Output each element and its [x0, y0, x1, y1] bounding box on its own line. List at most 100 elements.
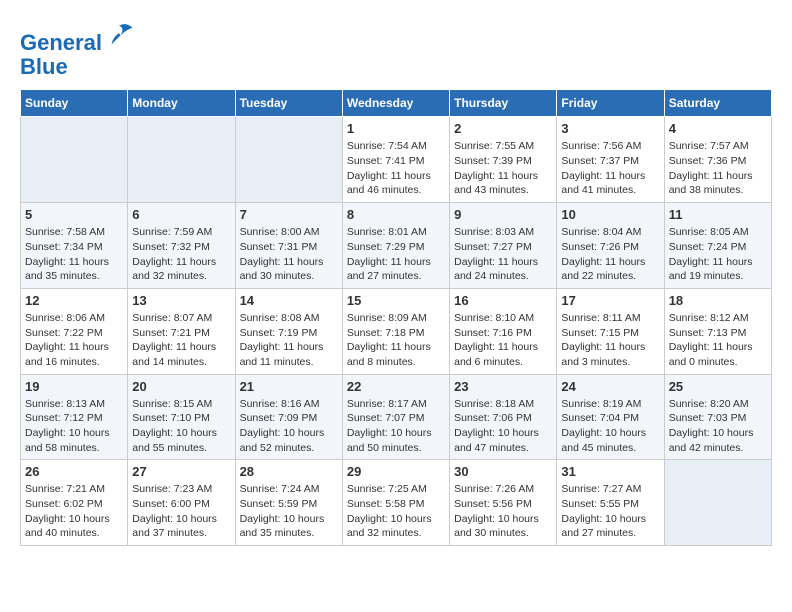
calendar-cell: 8Sunrise: 8:01 AM Sunset: 7:29 PM Daylig…	[342, 203, 449, 289]
day-info: Sunrise: 8:08 AM Sunset: 7:19 PM Dayligh…	[240, 311, 338, 370]
day-number: 8	[347, 207, 445, 222]
day-number: 23	[454, 379, 552, 394]
calendar-cell: 18 Sunrise: 8:12 AM Sunset: 7:13 PM Dayli…	[664, 288, 771, 374]
day-info: Sunrise: 7:25 AM Sunset: 5:58 PM Dayligh…	[347, 482, 445, 541]
calendar-table: SundayMondayTuesdayWednesdayThursdayFrid…	[20, 89, 772, 546]
calendar-cell: 27 Sunrise: 7:23 AM Sunset: 6:00 PM Dayli…	[128, 460, 235, 546]
day-info: Sunrise: 7:55 AM Sunset: 7:39 PM Dayligh…	[454, 139, 552, 198]
day-number: 4	[669, 121, 767, 136]
calendar-cell: 5Sunrise: 7:58 AM Sunset: 7:34 PM Daylig…	[21, 203, 128, 289]
day-number: 20	[132, 379, 230, 394]
calendar-week-row: 26Sunrise: 7:21 AM Sunset: 6:02 PM Dayli…	[21, 460, 772, 546]
calendar-header-row: SundayMondayTuesdayWednesdayThursdayFrid…	[21, 90, 772, 117]
day-info: Sunrise: 8:12 AM Sunset: 7:13 PM Dayligh…	[669, 311, 767, 370]
day-info: Sunrise: 7:57 AM Sunset: 7:36 PM Dayligh…	[669, 139, 767, 198]
day-number: 6	[132, 207, 230, 222]
day-number: 7	[240, 207, 338, 222]
weekday-header: Saturday	[664, 90, 771, 117]
day-info: Sunrise: 8:09 AM Sunset: 7:18 PM Dayligh…	[347, 311, 445, 370]
day-info: Sunrise: 8:18 AM Sunset: 7:06 PM Dayligh…	[454, 397, 552, 456]
day-number: 24	[561, 379, 659, 394]
calendar-cell: 20 Sunrise: 8:15 AM Sunset: 7:10 PM Dayli…	[128, 374, 235, 460]
calendar-cell: 22Sunrise: 8:17 AM Sunset: 7:07 PM Dayli…	[342, 374, 449, 460]
calendar-cell: 26Sunrise: 7:21 AM Sunset: 6:02 PM Dayli…	[21, 460, 128, 546]
calendar-cell: 19 Sunrise: 8:13 AM Sunset: 7:12 PM Dayli…	[21, 374, 128, 460]
calendar-cell: 1 Sunrise: 7:54 AM Sunset: 7:41 PM Daylig…	[342, 117, 449, 203]
weekday-header: Wednesday	[342, 90, 449, 117]
calendar-cell: 14 Sunrise: 8:08 AM Sunset: 7:19 PM Dayli…	[235, 288, 342, 374]
day-info: Sunrise: 8:05 AM Sunset: 7:24 PM Dayligh…	[669, 225, 767, 284]
day-number: 30	[454, 464, 552, 479]
day-info: Sunrise: 7:26 AM Sunset: 5:56 PM Dayligh…	[454, 482, 552, 541]
weekday-header: Thursday	[450, 90, 557, 117]
calendar-cell: 12 Sunrise: 8:06 AM Sunset: 7:22 PM Dayli…	[21, 288, 128, 374]
day-info: Sunrise: 8:15 AM Sunset: 7:10 PM Dayligh…	[132, 397, 230, 456]
day-number: 15	[347, 293, 445, 308]
calendar-week-row: 5Sunrise: 7:58 AM Sunset: 7:34 PM Daylig…	[21, 203, 772, 289]
calendar-cell: 30 Sunrise: 7:26 AM Sunset: 5:56 PM Dayli…	[450, 460, 557, 546]
calendar-cell: 15 Sunrise: 8:09 AM Sunset: 7:18 PM Dayli…	[342, 288, 449, 374]
weekday-header: Friday	[557, 90, 664, 117]
day-number: 16	[454, 293, 552, 308]
day-info: Sunrise: 8:03 AM Sunset: 7:27 PM Dayligh…	[454, 225, 552, 284]
day-info: Sunrise: 7:21 AM Sunset: 6:02 PM Dayligh…	[25, 482, 123, 541]
day-number: 17	[561, 293, 659, 308]
calendar-cell	[21, 117, 128, 203]
day-number: 3	[561, 121, 659, 136]
day-info: Sunrise: 7:24 AM Sunset: 5:59 PM Dayligh…	[240, 482, 338, 541]
calendar-cell: 31 Sunrise: 7:27 AM Sunset: 5:55 PM Dayli…	[557, 460, 664, 546]
calendar-cell: 10Sunrise: 8:04 AM Sunset: 7:26 PM Dayli…	[557, 203, 664, 289]
day-info: Sunrise: 8:00 AM Sunset: 7:31 PM Dayligh…	[240, 225, 338, 284]
day-number: 13	[132, 293, 230, 308]
day-number: 9	[454, 207, 552, 222]
calendar-cell: 17 Sunrise: 8:11 AM Sunset: 7:15 PM Dayli…	[557, 288, 664, 374]
calendar-cell: 9 Sunrise: 8:03 AM Sunset: 7:27 PM Daylig…	[450, 203, 557, 289]
day-info: Sunrise: 8:07 AM Sunset: 7:21 PM Dayligh…	[132, 311, 230, 370]
day-info: Sunrise: 8:10 AM Sunset: 7:16 PM Dayligh…	[454, 311, 552, 370]
day-number: 12	[25, 293, 123, 308]
calendar-cell: 29 Sunrise: 7:25 AM Sunset: 5:58 PM Dayli…	[342, 460, 449, 546]
calendar-cell: 24 Sunrise: 8:19 AM Sunset: 7:04 PM Dayli…	[557, 374, 664, 460]
day-number: 21	[240, 379, 338, 394]
day-number: 2	[454, 121, 552, 136]
calendar-cell	[128, 117, 235, 203]
calendar-week-row: 1 Sunrise: 7:54 AM Sunset: 7:41 PM Daylig…	[21, 117, 772, 203]
calendar-cell: 2 Sunrise: 7:55 AM Sunset: 7:39 PM Daylig…	[450, 117, 557, 203]
day-info: Sunrise: 7:59 AM Sunset: 7:32 PM Dayligh…	[132, 225, 230, 284]
day-info: Sunrise: 8:13 AM Sunset: 7:12 PM Dayligh…	[25, 397, 123, 456]
day-info: Sunrise: 7:27 AM Sunset: 5:55 PM Dayligh…	[561, 482, 659, 541]
day-info: Sunrise: 8:17 AM Sunset: 7:07 PM Dayligh…	[347, 397, 445, 456]
calendar-cell: 6 Sunrise: 7:59 AM Sunset: 7:32 PM Daylig…	[128, 203, 235, 289]
day-number: 1	[347, 121, 445, 136]
calendar-cell: 4 Sunrise: 7:57 AM Sunset: 7:36 PM Daylig…	[664, 117, 771, 203]
logo-bird-icon	[104, 20, 134, 50]
calendar-cell: 7 Sunrise: 8:00 AM Sunset: 7:31 PM Daylig…	[235, 203, 342, 289]
day-info: Sunrise: 8:11 AM Sunset: 7:15 PM Dayligh…	[561, 311, 659, 370]
day-info: Sunrise: 7:23 AM Sunset: 6:00 PM Dayligh…	[132, 482, 230, 541]
day-number: 29	[347, 464, 445, 479]
day-number: 10	[561, 207, 659, 222]
logo: General Blue	[20, 20, 134, 79]
day-info: Sunrise: 7:56 AM Sunset: 7:37 PM Dayligh…	[561, 139, 659, 198]
day-number: 31	[561, 464, 659, 479]
calendar-cell: 23 Sunrise: 8:18 AM Sunset: 7:06 PM Dayli…	[450, 374, 557, 460]
day-number: 19	[25, 379, 123, 394]
weekday-header: Sunday	[21, 90, 128, 117]
day-info: Sunrise: 8:19 AM Sunset: 7:04 PM Dayligh…	[561, 397, 659, 456]
calendar-week-row: 12 Sunrise: 8:06 AM Sunset: 7:22 PM Dayli…	[21, 288, 772, 374]
day-number: 28	[240, 464, 338, 479]
day-info: Sunrise: 7:54 AM Sunset: 7:41 PM Dayligh…	[347, 139, 445, 198]
calendar-cell: 13 Sunrise: 8:07 AM Sunset: 7:21 PM Dayli…	[128, 288, 235, 374]
day-number: 18	[669, 293, 767, 308]
calendar-cell: 11 Sunrise: 8:05 AM Sunset: 7:24 PM Dayli…	[664, 203, 771, 289]
calendar-cell: 28 Sunrise: 7:24 AM Sunset: 5:59 PM Dayli…	[235, 460, 342, 546]
day-number: 11	[669, 207, 767, 222]
day-info: Sunrise: 8:16 AM Sunset: 7:09 PM Dayligh…	[240, 397, 338, 456]
weekday-header: Tuesday	[235, 90, 342, 117]
calendar-cell: 16 Sunrise: 8:10 AM Sunset: 7:16 PM Dayli…	[450, 288, 557, 374]
day-info: Sunrise: 8:06 AM Sunset: 7:22 PM Dayligh…	[25, 311, 123, 370]
calendar-cell	[664, 460, 771, 546]
calendar-week-row: 19 Sunrise: 8:13 AM Sunset: 7:12 PM Dayli…	[21, 374, 772, 460]
day-number: 27	[132, 464, 230, 479]
day-number: 14	[240, 293, 338, 308]
